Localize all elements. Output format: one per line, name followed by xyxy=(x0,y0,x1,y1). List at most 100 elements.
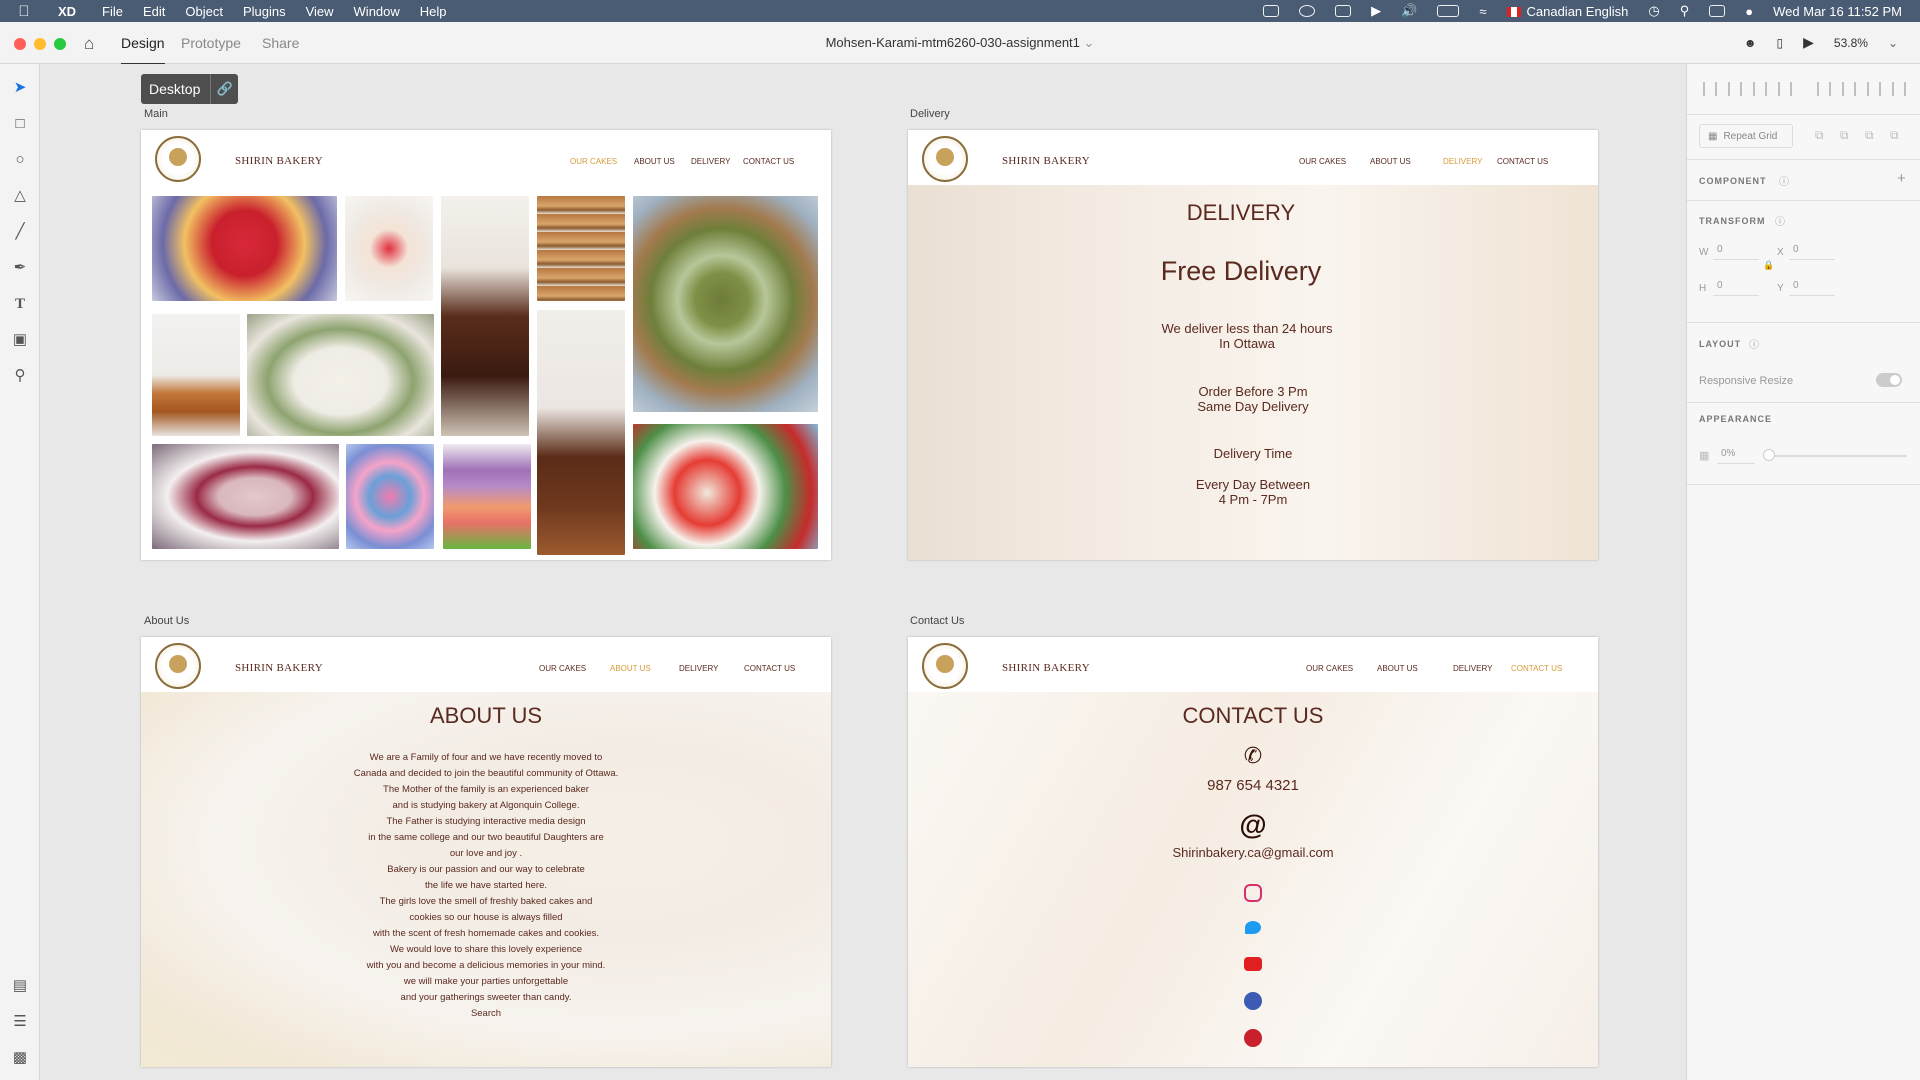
y-input[interactable]: 0 xyxy=(1789,280,1835,296)
nav-our-cakes[interactable]: OUR CAKES xyxy=(539,664,586,673)
nav-delivery[interactable]: DELIVERY xyxy=(1443,157,1482,166)
align-top-icon[interactable] xyxy=(1703,82,1717,96)
time-machine-icon[interactable]: ◷ xyxy=(1648,3,1659,19)
nav-delivery[interactable]: DELIVERY xyxy=(679,664,718,673)
device-preview-icon[interactable]: ▯ xyxy=(1777,36,1784,50)
user-share-icon[interactable]: ☻ xyxy=(1744,36,1757,50)
info-icon[interactable]: ⓘ xyxy=(1749,336,1759,351)
artboard-about[interactable]: SHIRIN BAKERY OUR CAKES ABOUT US DELIVER… xyxy=(141,637,831,1067)
distribute-horizontal-icon[interactable] xyxy=(1892,82,1906,96)
play-status-icon[interactable]: ▶ xyxy=(1371,3,1381,19)
nav-contact-us[interactable]: CONTACT US xyxy=(1511,664,1562,673)
about-search-link[interactable]: Search xyxy=(141,1006,831,1022)
nav-delivery[interactable]: DELIVERY xyxy=(691,157,730,166)
input-language[interactable]: Canadian English xyxy=(1506,4,1628,19)
facebook-icon[interactable] xyxy=(1244,992,1262,1010)
width-input[interactable]: 0 xyxy=(1713,244,1759,260)
align-middle-icon[interactable] xyxy=(1728,82,1742,96)
boolean-intersect-icon[interactable]: ⧉ xyxy=(1865,128,1874,143)
distribute-vertical-icon[interactable] xyxy=(1778,82,1792,96)
menu-view[interactable]: View xyxy=(296,4,344,19)
menu-edit[interactable]: Edit xyxy=(133,4,175,19)
nav-delivery[interactable]: DELIVERY xyxy=(1453,664,1492,673)
assets-panel-icon[interactable]: ▤ xyxy=(10,976,30,996)
opacity-slider-handle[interactable] xyxy=(1763,449,1775,461)
nav-about-us[interactable]: ABOUT US xyxy=(634,157,675,166)
email-address[interactable]: Shirinbakery.ca@gmail.com xyxy=(908,845,1598,860)
nav-contact-us[interactable]: CONTACT US xyxy=(743,157,794,166)
artboard-main[interactable]: SHIRIN BAKERY OUR CAKES ABOUT US DELIVER… xyxy=(141,130,831,560)
nav-about-us[interactable]: ABOUT US xyxy=(610,664,651,673)
responsive-resize-toggle[interactable] xyxy=(1876,373,1902,387)
artboard-label-delivery[interactable]: Delivery xyxy=(910,108,950,120)
align-bottom-icon[interactable] xyxy=(1753,82,1767,96)
wifi-icon[interactable]: ≈ xyxy=(1479,4,1486,19)
nav-contact-us[interactable]: CONTACT US xyxy=(744,664,795,673)
zoom-tool-icon[interactable]: ⚲ xyxy=(10,366,30,386)
creative-cloud-icon[interactable] xyxy=(1299,5,1316,17)
info-icon[interactable]: ⓘ xyxy=(1775,213,1785,228)
menu-help[interactable]: Help xyxy=(410,4,457,19)
repeat-grid-button[interactable]: ▦ Repeat Grid xyxy=(1699,124,1793,148)
link-icon[interactable]: 🔗 xyxy=(210,74,238,104)
document-title[interactable]: Mohsen-Karami-mtm6260-030-assignment1 ⌄ xyxy=(0,35,1920,51)
display-icon[interactable] xyxy=(1335,5,1352,17)
spotlight-icon[interactable]: ⚲ xyxy=(1680,3,1690,19)
height-input[interactable]: 0 xyxy=(1713,280,1759,296)
artboard-label-about[interactable]: About Us xyxy=(144,615,189,627)
phone-number[interactable]: 987 654 4321 xyxy=(908,777,1598,794)
play-preview-icon[interactable]: ▶ xyxy=(1803,34,1814,51)
zoom-level[interactable]: 53.8% xyxy=(1834,36,1868,50)
align-center-icon[interactable] xyxy=(1842,82,1856,96)
lock-aspect-icon[interactable]: 🔒 xyxy=(1763,260,1774,271)
zoom-dropdown-icon[interactable]: ⌄ xyxy=(1888,36,1898,50)
menubar-clock[interactable]: Wed Mar 16 11:52 PM xyxy=(1773,4,1902,19)
rectangle-tool-icon[interactable]: □ xyxy=(10,114,30,134)
align-left-icon[interactable] xyxy=(1817,82,1831,96)
nav-about-us[interactable]: ABOUT US xyxy=(1377,664,1418,673)
opacity-input[interactable]: 0% xyxy=(1717,448,1755,464)
control-center-icon[interactable] xyxy=(1263,5,1280,17)
battery-icon[interactable] xyxy=(1437,5,1460,17)
artboard-label-main[interactable]: Main xyxy=(144,108,168,120)
app-menu[interactable]: XD xyxy=(48,4,92,19)
ellipse-tool-icon[interactable]: ○ xyxy=(10,150,30,170)
menu-object[interactable]: Object xyxy=(175,4,233,19)
x-input[interactable]: 0 xyxy=(1789,244,1835,260)
plugins-panel-icon[interactable]: ▩ xyxy=(10,1048,30,1068)
nav-our-cakes[interactable]: OUR CAKES xyxy=(570,157,617,166)
align-right-icon[interactable] xyxy=(1867,82,1881,96)
layers-panel-icon[interactable]: ☰ xyxy=(10,1012,30,1032)
youtube-icon[interactable] xyxy=(1244,957,1262,971)
apple-menu-icon[interactable]:  xyxy=(0,3,48,20)
menu-window[interactable]: Window xyxy=(344,4,410,19)
text-tool-icon[interactable]: T xyxy=(10,294,30,314)
menu-plugins[interactable]: Plugins xyxy=(233,4,296,19)
menu-file[interactable]: File xyxy=(92,4,133,19)
select-tool-icon[interactable]: ➤ xyxy=(10,78,30,98)
artboard-label-contact[interactable]: Contact Us xyxy=(910,615,964,627)
siri-icon[interactable]: ● xyxy=(1745,4,1753,19)
design-canvas[interactable]: Desktop 🔗 Main SHIRIN BAKERY OUR CAKES A… xyxy=(41,64,1686,1080)
instagram-icon[interactable] xyxy=(1244,884,1262,902)
nav-our-cakes[interactable]: OUR CAKES xyxy=(1306,664,1353,673)
device-chip[interactable]: Desktop 🔗 xyxy=(141,74,239,104)
artboard-delivery[interactable]: SHIRIN BAKERY OUR CAKES ABOUT US DELIVER… xyxy=(908,130,1598,560)
nav-contact-us[interactable]: CONTACT US xyxy=(1497,157,1548,166)
opacity-slider-track[interactable] xyxy=(1767,455,1907,457)
add-component-icon[interactable]: + xyxy=(1897,170,1906,187)
info-icon[interactable]: ⓘ xyxy=(1779,173,1789,188)
pen-tool-icon[interactable]: ✒ xyxy=(10,258,30,278)
nav-our-cakes[interactable]: OUR CAKES xyxy=(1299,157,1346,166)
boolean-subtract-icon[interactable]: ⧉ xyxy=(1840,128,1849,143)
nav-about-us[interactable]: ABOUT US xyxy=(1370,157,1411,166)
artboard-tool-icon[interactable]: ▣ xyxy=(10,330,30,350)
artboard-contact[interactable]: SHIRIN BAKERY OUR CAKES ABOUT US DELIVER… xyxy=(908,637,1598,1067)
boolean-exclude-icon[interactable]: ⧉ xyxy=(1890,128,1899,143)
twitter-icon[interactable] xyxy=(1245,921,1261,934)
control-toggle-icon[interactable] xyxy=(1709,5,1726,17)
polygon-tool-icon[interactable]: △ xyxy=(10,186,30,206)
line-tool-icon[interactable]: ╱ xyxy=(10,222,30,242)
volume-icon[interactable]: 🔊 xyxy=(1401,3,1417,19)
boolean-add-icon[interactable]: ⧉ xyxy=(1815,128,1824,143)
